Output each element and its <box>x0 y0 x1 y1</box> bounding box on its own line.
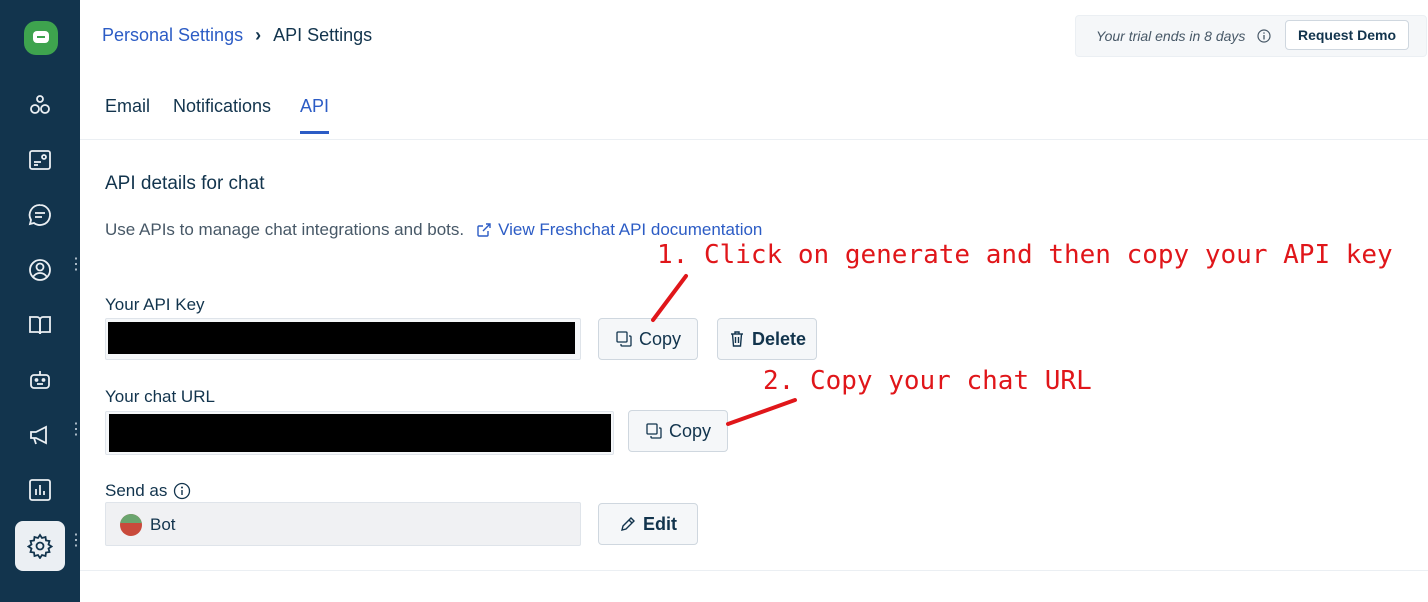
network-icon[interactable] <box>15 80 65 130</box>
copy-icon <box>646 423 662 439</box>
tab-api[interactable]: API <box>300 96 330 134</box>
send-as-label-row: Send as <box>105 481 191 501</box>
more-options-icon[interactable]: ⋮ <box>68 257 84 282</box>
section-title: API details for chat <box>105 173 265 194</box>
trash-icon <box>730 331 743 347</box>
delete-label: Delete <box>751 328 807 349</box>
copy-api-key-button[interactable]: Copy <box>598 318 698 360</box>
bot-icon[interactable] <box>15 355 65 405</box>
info-icon[interactable] <box>1257 29 1271 43</box>
annotation-step-2: 2. Copy your chat URL <box>763 366 1092 396</box>
copy-label: Copy <box>668 420 712 441</box>
doc-link-label: View Freshchat API documentation <box>498 220 763 239</box>
tickets-icon[interactable] <box>15 135 65 185</box>
more-options-icon[interactable]: ⋮ <box>68 533 84 558</box>
info-icon[interactable] <box>173 482 191 500</box>
trial-banner: Your trial ends in 8 days Request Demo <box>1075 15 1427 57</box>
edit-label: Edit <box>643 513 677 534</box>
send-as-field: Bot <box>105 502 581 546</box>
analytics-icon[interactable] <box>15 465 65 515</box>
more-options-icon[interactable]: ⋮ <box>68 422 84 447</box>
copy-chat-url-button[interactable]: Copy <box>628 410 728 452</box>
delete-api-key-button[interactable]: Delete <box>717 318 817 360</box>
send-as-label: Send as <box>105 481 168 500</box>
trial-text: Your trial ends in 8 days <box>1096 28 1246 44</box>
breadcrumb-parent-link[interactable]: Personal Settings <box>102 25 243 46</box>
copy-label: Copy <box>638 328 682 349</box>
api-key-field[interactable] <box>105 318 581 360</box>
campaigns-icon[interactable] <box>15 410 65 460</box>
settings-icon[interactable] <box>15 521 65 571</box>
freshchat-logo[interactable] <box>24 21 58 55</box>
description-text: Use APIs to manage chat integrations and… <box>105 220 465 239</box>
section-description: Use APIs to manage chat integrations and… <box>105 220 762 240</box>
divider <box>80 570 1428 571</box>
annotation-arrow-2 <box>726 398 797 426</box>
breadcrumb: Personal Settings › API Settings <box>102 25 372 46</box>
tab-notifications[interactable]: Notifications <box>173 96 271 131</box>
api-documentation-link[interactable]: View Freshchat API documentation <box>476 220 762 240</box>
pencil-icon <box>621 517 635 531</box>
chevron-right-icon: › <box>255 25 262 45</box>
contacts-icon[interactable] <box>15 245 65 295</box>
page-title: API Settings <box>273 25 373 45</box>
external-link-icon <box>477 223 491 237</box>
conversations-icon[interactable] <box>15 190 65 240</box>
annotation-step-1: 1. Click on generate and then copy your … <box>657 240 1393 270</box>
api-key-label: Your API Key <box>105 295 205 314</box>
redacted-chat-url <box>109 414 611 452</box>
bot-avatar <box>120 514 142 536</box>
send-as-value: Bot <box>150 515 176 534</box>
knowledge-base-icon[interactable] <box>15 300 65 350</box>
tab-email[interactable]: Email <box>105 96 150 131</box>
request-demo-button[interactable]: Request Demo <box>1285 20 1409 50</box>
settings-tabs: Email Notifications API <box>80 88 1428 140</box>
edit-send-as-button[interactable]: Edit <box>598 503 698 545</box>
chat-bubble-icon <box>33 31 49 43</box>
sidebar: ⋮ ⋮ ⋮ <box>0 0 84 602</box>
redacted-api-key <box>108 322 575 354</box>
chat-url-field[interactable] <box>105 411 614 455</box>
annotation-arrow-1 <box>651 274 688 322</box>
chat-url-label: Your chat URL <box>105 387 215 406</box>
copy-icon <box>616 331 632 347</box>
